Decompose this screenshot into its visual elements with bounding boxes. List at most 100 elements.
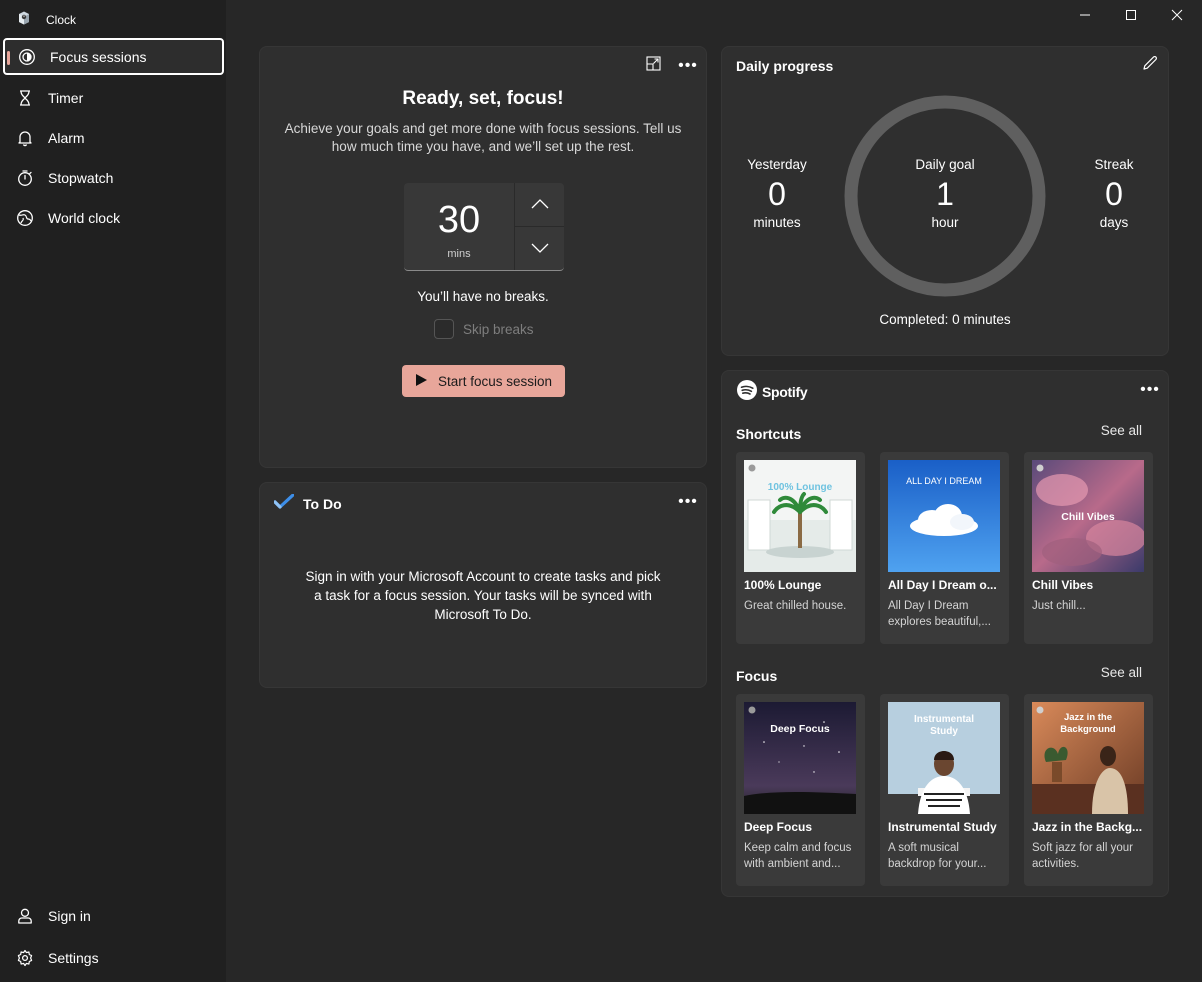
spotify-card: Spotify ••• Shortcuts See all 100% Loung… [721, 370, 1169, 897]
playlist-cover: Instrumental Study [888, 702, 1000, 814]
playlist-tile[interactable]: ALL DAY I DREAM All Day I Dream o... All… [880, 452, 1009, 644]
more-options-button[interactable]: ••• [676, 56, 700, 76]
sidebar-item-label: World clock [48, 209, 121, 226]
playlist-tile[interactable]: Jazz in the Background Jazz in the Backg… [1024, 694, 1153, 886]
spotify-icon [736, 379, 758, 404]
yesterday-unit: minutes [753, 215, 801, 230]
close-button[interactable] [1154, 4, 1200, 30]
sidebar-item-label: Alarm [48, 129, 85, 146]
todo-more-options-button[interactable]: ••• [676, 492, 700, 512]
todo-header: To Do [273, 493, 342, 513]
app-title-bar: Clock [16, 9, 76, 31]
duration-unit: mins [447, 248, 471, 260]
sidebar-item-stopwatch[interactable]: Stopwatch [3, 159, 224, 196]
playlist-description: All Day I Dream explores beautiful,... [888, 600, 991, 628]
gear-icon [16, 949, 34, 967]
play-icon [415, 373, 428, 390]
cover-text: Jazz in the [1064, 712, 1112, 723]
daily-goal-value: 1 [936, 176, 954, 212]
skip-breaks-option[interactable]: Skip breaks [434, 319, 534, 339]
sidebar-item-timer[interactable]: Timer [3, 79, 224, 116]
person-icon [16, 907, 34, 925]
skip-breaks-checkbox[interactable] [434, 319, 454, 339]
compact-overlay-icon [645, 56, 661, 76]
spotify-logo: Spotify [736, 379, 808, 404]
daily-goal-label: Daily goal [915, 157, 975, 172]
chevron-up-icon [531, 196, 549, 214]
streak-unit: days [1099, 215, 1129, 230]
playlist-description: Keep calm and focus with ambient and... [744, 842, 852, 870]
playlist-tile[interactable]: Chill Vibes Chill Vibes Just chill... [1024, 452, 1153, 644]
more-icon: ••• [1140, 381, 1160, 398]
sidebar-item-label: Timer [48, 89, 84, 106]
playlist-name: Instrumental Study [888, 820, 997, 834]
sidebar-item-label: Focus sessions [50, 48, 147, 65]
todo-signin-message: Sign in with your Microsoft Account to c… [305, 569, 661, 622]
cover-text: Study [930, 726, 958, 737]
focus-icon [18, 48, 36, 66]
sidebar-item-sign-in[interactable]: Sign in [3, 897, 224, 934]
playlist-cover: ALL DAY I DREAM [888, 460, 1000, 572]
daily-goal-stat[interactable]: Daily goal 1 hour [870, 157, 1020, 230]
skip-breaks-label: Skip breaks [463, 321, 534, 337]
focus-session-card: ••• Ready, set, focus! Achieve your goal… [259, 46, 707, 468]
playlist-cover: Jazz in the Background [1032, 702, 1144, 814]
shortcuts-title: Shortcuts [736, 426, 802, 442]
playlist-cover: Deep Focus [744, 702, 856, 814]
sidebar-item-focus-sessions[interactable]: Focus sessions [3, 38, 224, 75]
cover-text: Background [1060, 724, 1116, 735]
shortcuts-see-all-link[interactable]: See all [1101, 423, 1142, 438]
duration-stepper[interactable]: 30 mins [404, 183, 564, 271]
more-icon: ••• [678, 57, 698, 74]
daily-progress-title: Daily progress [736, 58, 834, 74]
cover-text: Chill Vibes [1061, 511, 1115, 523]
sidebar-item-label: Sign in [48, 907, 91, 924]
maximize-button[interactable] [1108, 4, 1154, 30]
increase-duration-button[interactable] [515, 183, 564, 226]
clock-app-icon [16, 10, 32, 31]
close-icon [1171, 8, 1183, 26]
start-focus-session-button[interactable]: Start focus session [402, 365, 565, 397]
focus-see-all-link[interactable]: See all [1101, 665, 1142, 680]
decrease-duration-button[interactable] [515, 227, 564, 270]
compact-view-button[interactable] [641, 56, 665, 76]
spotify-brand: Spotify [762, 383, 808, 400]
todo-card: To Do ••• Sign in with your Microsoft Ac… [259, 482, 707, 688]
playlist-cover: 100% Lounge [744, 460, 856, 572]
playlist-description: Soft jazz for all your activities. [1032, 842, 1133, 870]
todo-title: To Do [303, 495, 342, 512]
sidebar-item-world-clock[interactable]: World clock [3, 199, 224, 236]
more-icon: ••• [678, 493, 698, 510]
cover-text: ALL DAY I DREAM [906, 476, 982, 486]
playlist-tile[interactable]: 100% Lounge 100% Lounge Great chilled ho… [736, 452, 865, 644]
minimize-icon [1079, 8, 1091, 26]
streak-stat: Streak 0 days [1074, 157, 1154, 230]
playlist-tile[interactable]: Deep Focus Deep Focus Keep calm and focu… [736, 694, 865, 886]
stopwatch-icon [16, 169, 34, 187]
completed-text: Completed: 0 minutes [879, 312, 1011, 327]
playlist-name: All Day I Dream o... [888, 578, 997, 592]
hourglass-icon [16, 89, 34, 107]
playlist-name: Deep Focus [744, 820, 813, 834]
maximize-icon [1125, 8, 1137, 26]
playlist-description: Great chilled house. [744, 600, 847, 612]
playlist-description: Just chill... [1032, 600, 1086, 612]
yesterday-label: Yesterday [747, 157, 807, 172]
minimize-button[interactable] [1062, 4, 1108, 30]
sidebar-item-label: Settings [48, 949, 99, 966]
playlist-name: Chill Vibes [1032, 578, 1094, 592]
playlist-tile[interactable]: Instrumental Study Instrumental Study A … [880, 694, 1009, 886]
sidebar: Clock Focus sessions Timer Alarm Stopwat… [0, 0, 226, 982]
sidebar-item-alarm[interactable]: Alarm [3, 119, 224, 156]
chevron-down-icon [531, 240, 549, 258]
spotify-more-options-button[interactable]: ••• [1138, 380, 1162, 400]
duration-value[interactable]: 30 [404, 199, 514, 242]
globe-icon [16, 209, 34, 227]
yesterday-value: 0 [768, 176, 786, 212]
cover-text: 100% Lounge [768, 482, 833, 493]
sidebar-item-settings[interactable]: Settings [3, 939, 224, 976]
streak-value: 0 [1105, 176, 1123, 212]
edit-daily-goal-button[interactable] [1138, 55, 1162, 75]
app-title: Clock [46, 13, 77, 27]
playlist-cover: Chill Vibes [1032, 460, 1144, 572]
